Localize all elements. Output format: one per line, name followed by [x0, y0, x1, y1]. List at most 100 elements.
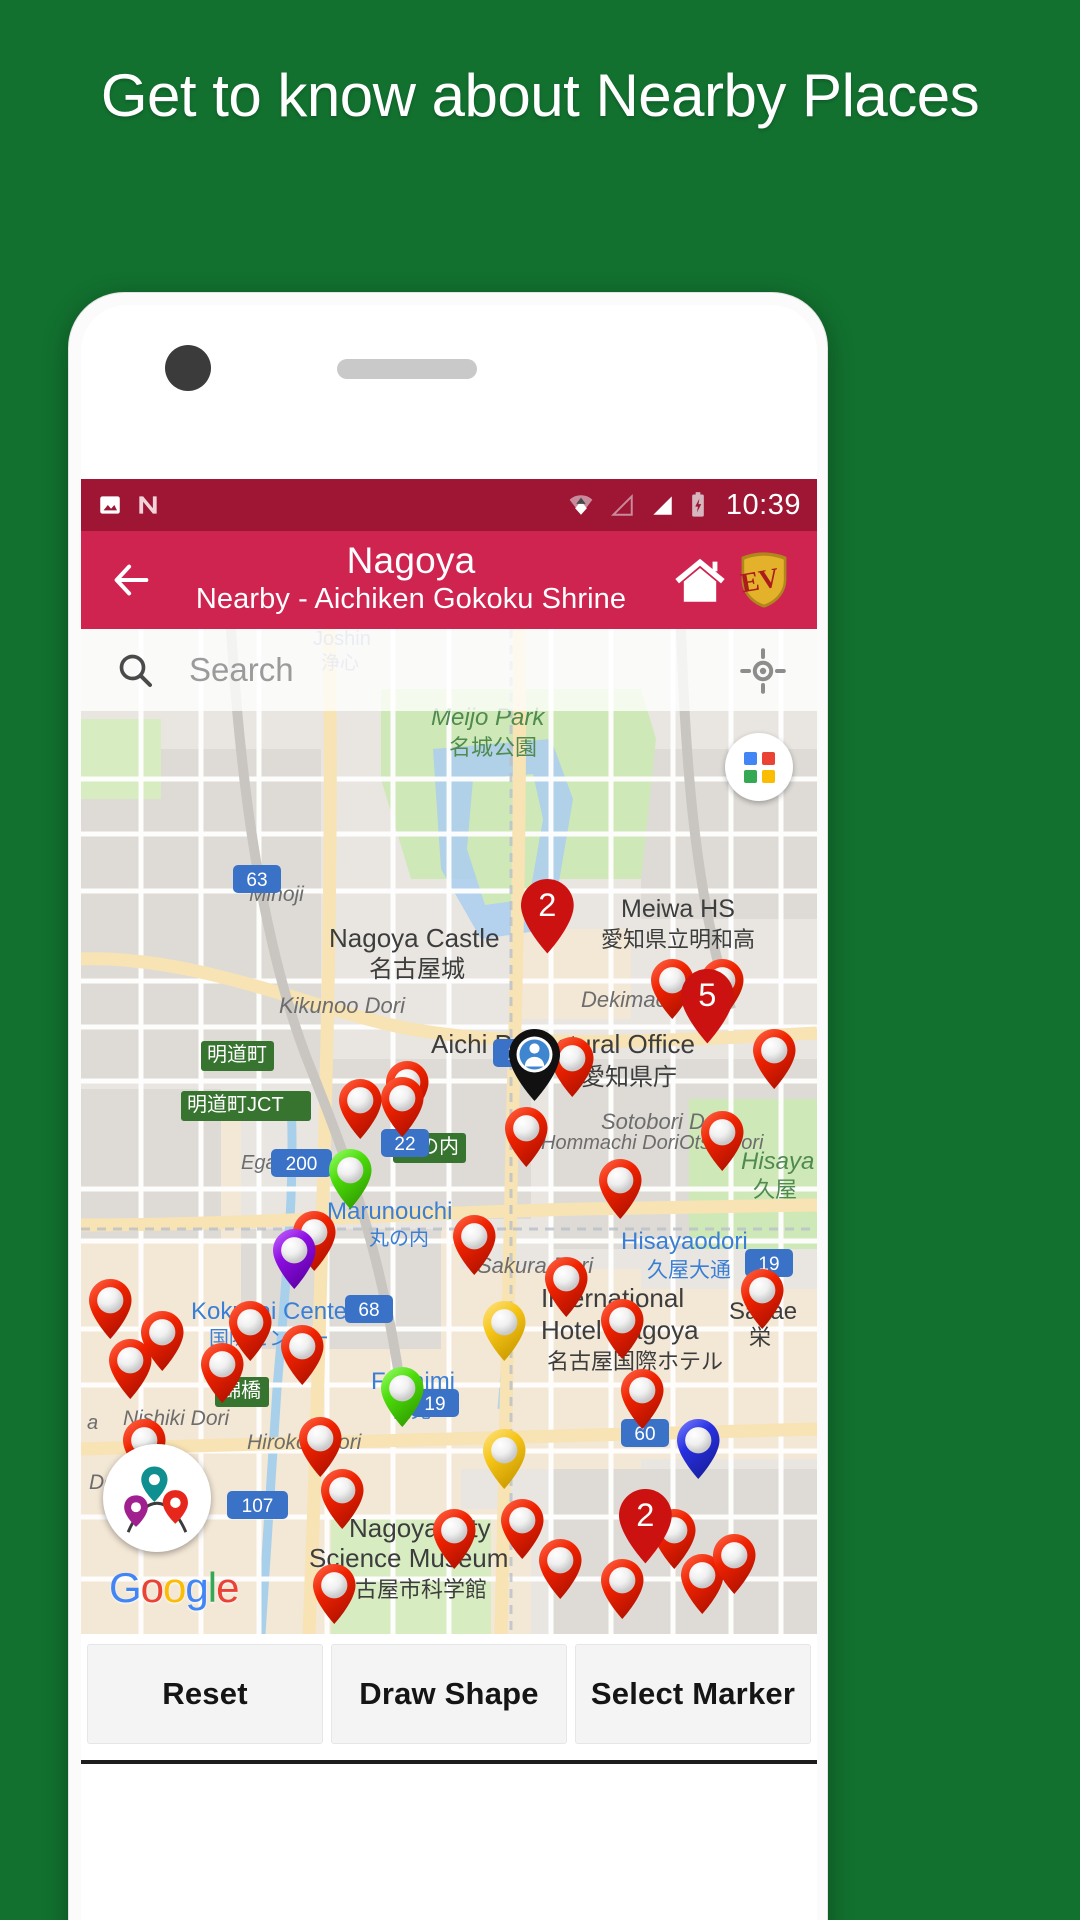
battery-charging-icon [692, 492, 704, 517]
phone-bezel [81, 305, 817, 479]
app-bar-titles: Nagoya Nearby - Aichiken Gokoku Shrine [159, 542, 667, 617]
map-marker-pin[interactable] [701, 1111, 744, 1171]
marker-types-button[interactable] [103, 1444, 211, 1552]
map-canvas[interactable]: Joshin浄心Meijo Park名城公園MinojiNagoya Castl… [81, 629, 817, 1634]
back-button[interactable] [103, 557, 159, 603]
route-shield-label: 63 [246, 870, 267, 891]
wifi-icon [569, 495, 593, 515]
home-button[interactable] [667, 551, 733, 609]
map-label: 名古屋国際ホテル [547, 1349, 723, 1374]
route-shield-label: 22 [394, 1134, 415, 1155]
my-location-icon [740, 648, 786, 694]
bottom-action-bar: Reset Draw Shape Select Marker [81, 1634, 817, 1754]
map-label: 栄 [749, 1325, 771, 1350]
route-shield-label: 200 [286, 1154, 318, 1175]
earpiece-speaker [337, 359, 477, 379]
n-app-icon [139, 496, 157, 514]
route-shield: 107 [227, 1491, 288, 1519]
signal-roaming-icon [610, 493, 633, 516]
map-marker-pin[interactable] [299, 1417, 342, 1477]
map-marker-pin[interactable] [381, 1077, 424, 1137]
google-letter: G [109, 1564, 142, 1611]
map-label: 明道町JCT [187, 1093, 284, 1116]
map-layers-button[interactable] [725, 733, 793, 801]
map-marker-pin[interactable] [281, 1325, 324, 1385]
front-camera-icon [165, 345, 211, 391]
map-marker-pin[interactable] [505, 1107, 548, 1167]
map-marker-pin[interactable] [313, 1564, 356, 1624]
app-bar: Nagoya Nearby - Aichiken Gokoku Shrine E… [81, 531, 817, 629]
map-label: Hisayaodori [621, 1228, 748, 1255]
route-shield-label: 19 [424, 1394, 445, 1415]
map-marker-pin[interactable] [109, 1339, 152, 1399]
map-cluster-marker[interactable]: 2 [521, 879, 574, 954]
select-marker-button[interactable]: Select Marker [575, 1644, 811, 1744]
route-shield: 200 [271, 1149, 332, 1177]
map-label: 愛知県庁 [581, 1064, 677, 1091]
route-shield-label: 60 [634, 1424, 655, 1445]
route-shield-label: 107 [242, 1496, 274, 1517]
svg-text:EV: EV [738, 561, 781, 598]
google-letter: o [140, 1564, 164, 1611]
map-label: 明道町 [207, 1043, 267, 1066]
google-letter: e [216, 1564, 239, 1611]
draw-shape-button[interactable]: Draw Shape [331, 1644, 567, 1744]
map-search-bar[interactable]: Search [81, 629, 817, 711]
map-label: Hisaya [741, 1148, 814, 1175]
map-label: Kikunoo Dori [279, 993, 406, 1018]
map-marker-pin[interactable] [539, 1539, 582, 1599]
page-title: Nagoya [346, 540, 476, 582]
map-label: 名古屋城 [369, 956, 465, 983]
search-input[interactable]: Search [189, 651, 294, 689]
map-marker-pin[interactable] [599, 1159, 642, 1219]
layer-tile-green [743, 769, 757, 783]
map-marker-pin[interactable] [273, 1229, 316, 1289]
map-marker-pin[interactable] [483, 1301, 526, 1361]
map-marker-pin[interactable] [89, 1279, 132, 1339]
cluster-count: 2 [538, 887, 556, 923]
user-location-marker[interactable] [509, 1029, 560, 1101]
route-shield-label: 68 [358, 1300, 379, 1321]
map-marker-pin[interactable] [339, 1079, 382, 1139]
navigation-divider [81, 1760, 817, 1764]
brand-logo-button[interactable]: EV [733, 551, 795, 609]
map-label: 久屋 [753, 1177, 797, 1202]
map-label: Meiwa HS [621, 895, 735, 923]
promo-headline: Get to know about Nearby Places [100, 62, 980, 129]
status-bar-left-icons [97, 492, 161, 518]
map-label: 名古屋市科学館 [333, 1577, 487, 1602]
map-label: Hommachi Dori [541, 1132, 679, 1154]
status-bar: 10:39 [81, 479, 817, 531]
map-marker-pin[interactable] [753, 1029, 796, 1089]
layer-tile-yellow [761, 769, 775, 783]
google-attribution: Google [109, 1564, 239, 1612]
map-marker-pin[interactable] [601, 1559, 644, 1619]
search-icon [119, 654, 152, 687]
google-letter: l [207, 1564, 217, 1611]
google-letter: o [163, 1564, 186, 1611]
cluster-count: 5 [698, 977, 716, 1013]
multi-pin-icon [124, 1466, 188, 1533]
map-label: Nagoya Castle [329, 923, 500, 953]
map-marker-pin[interactable] [483, 1429, 526, 1489]
reset-button[interactable]: Reset [87, 1644, 323, 1744]
map-label: 名城公園 [449, 735, 537, 760]
cluster-count: 2 [636, 1497, 654, 1533]
google-letter: g [185, 1564, 208, 1611]
image-icon [100, 496, 120, 514]
map-label: Kokusai Center [191, 1298, 355, 1325]
map-label: a [87, 1412, 98, 1434]
layer-tile-blue [743, 751, 757, 765]
route-shield: 68 [345, 1295, 393, 1323]
map-label: 愛知県立明和高 [601, 927, 755, 952]
status-bar-clock: 10:39 [725, 488, 801, 521]
map-marker-pin[interactable] [677, 1419, 720, 1479]
my-location-button[interactable] [735, 643, 791, 699]
phone-screen: 10:39 Nagoya Nearby - Aichiken Gokoku Sh… [81, 305, 817, 1920]
page-subtitle: Nearby - Aichiken Gokoku Shrine [195, 583, 627, 616]
route-shield: 63 [233, 865, 281, 893]
home-icon [675, 558, 725, 602]
map-label: 丸の内 [369, 1227, 429, 1250]
layers-grid-icon [743, 751, 775, 783]
ev-shield-logo-icon: EV [738, 552, 787, 608]
